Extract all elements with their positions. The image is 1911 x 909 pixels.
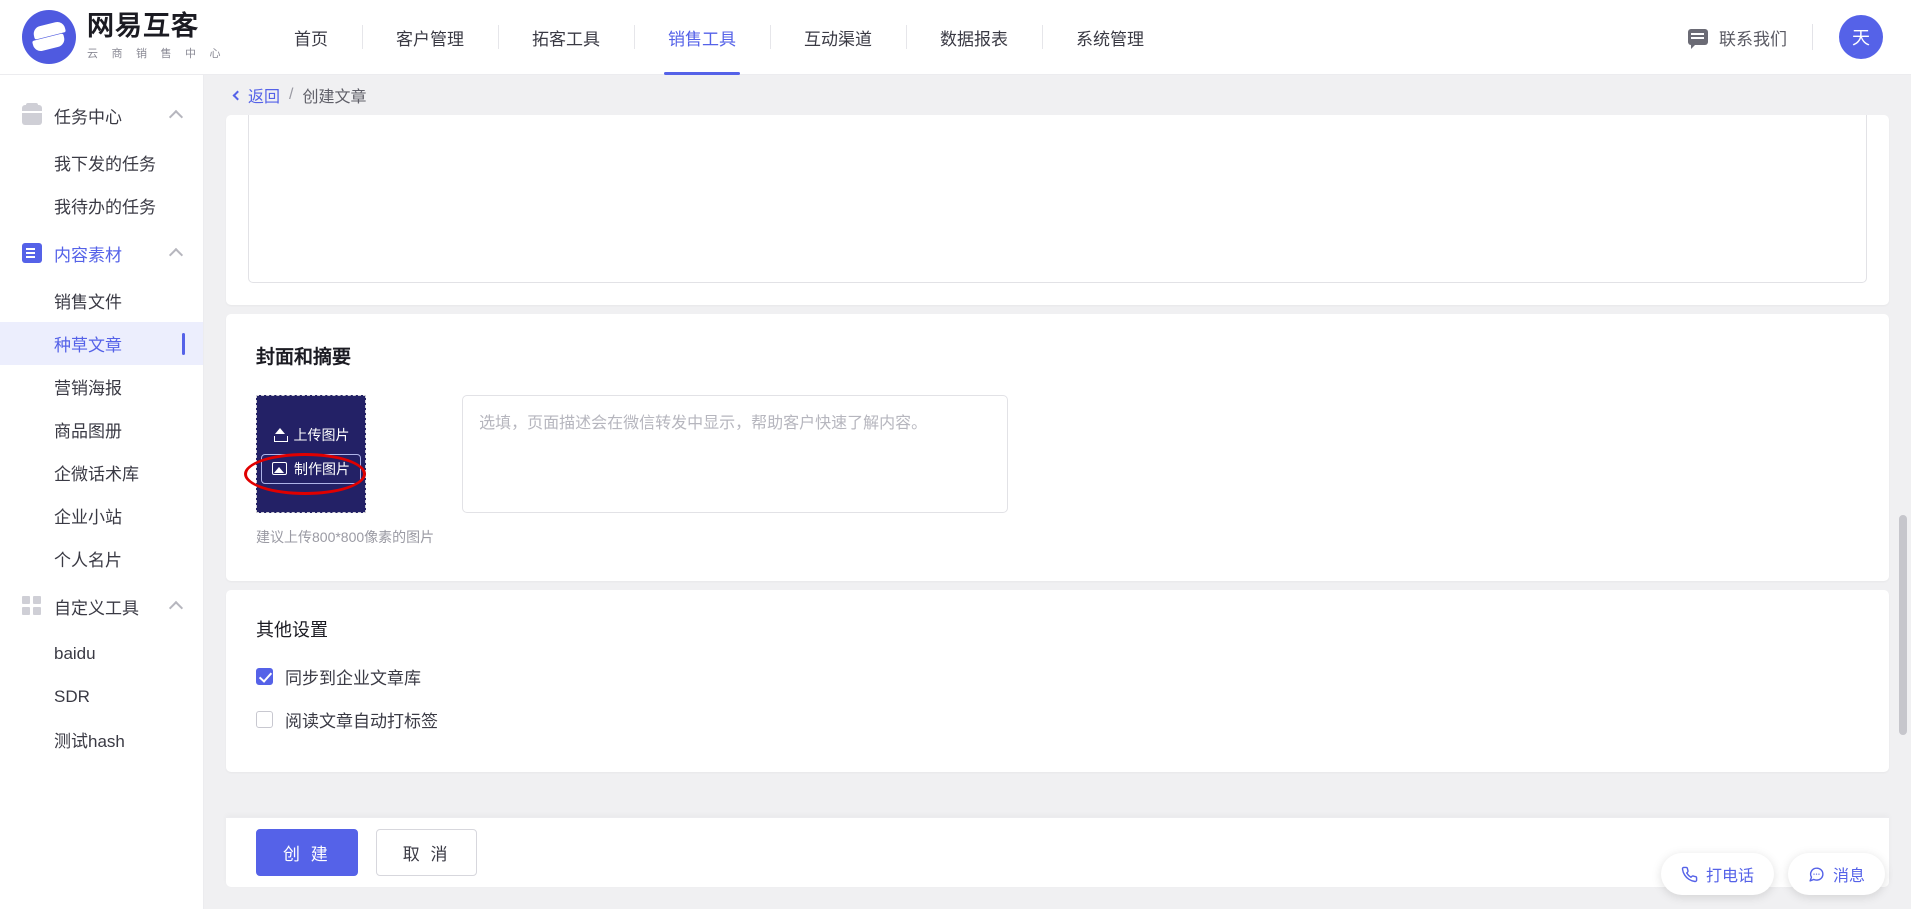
summary-textarea[interactable] <box>462 395 1009 513</box>
checkbox-row-auto-tag[interactable]: 阅读文章自动打标签 <box>256 707 1859 732</box>
image-icon <box>272 462 287 475</box>
breadcrumb-separator: / <box>289 86 294 103</box>
cancel-button[interactable]: 取 消 <box>375 829 478 876</box>
app-root: 网易互客 云 商 销 售 中 心 首页 客户管理 拓客工具 销售工具 互动渠道 … <box>0 0 1911 909</box>
checkbox-label: 阅读文章自动打标签 <box>285 712 438 731</box>
cover-upload-hint: 建议上传800*800像素的图片 <box>256 529 435 545</box>
upload-icon <box>273 427 288 442</box>
article-editor-card <box>226 115 1889 305</box>
task-icon <box>22 103 42 125</box>
brand-text: 网易互客 云 商 销 售 中 心 <box>87 10 226 61</box>
document-icon <box>22 243 42 263</box>
sidebar-item-my-todo-tasks[interactable]: 我待办的任务 <box>0 184 203 227</box>
main-nav: 首页 客户管理 拓客工具 销售工具 互动渠道 数据报表 系统管理 <box>260 0 1178 75</box>
sidebar-group-task-center[interactable]: 任务中心 <box>0 89 203 141</box>
nav-item-home[interactable]: 首页 <box>260 0 362 75</box>
nav-item-customer-management[interactable]: 客户管理 <box>362 0 498 75</box>
nav-item-system-management[interactable]: 系统管理 <box>1042 0 1178 75</box>
message-button-label: 消息 <box>1832 868 1865 885</box>
top-navigation-bar: 网易互客 云 商 销 售 中 心 首页 客户管理 拓客工具 销售工具 互动渠道 … <box>0 0 1911 75</box>
sidebar-item-seeding-articles[interactable]: 种草文章 <box>0 322 203 365</box>
sidebar-group-label: 内容素材 <box>54 245 122 265</box>
nav-item-interaction-channels[interactable]: 互动渠道 <box>770 0 906 75</box>
sidebar-item-wecom-script-library[interactable]: 企微话术库 <box>0 451 203 494</box>
call-button-label: 打电话 <box>1705 868 1754 885</box>
cover-uploader-wrap: 上传图片 制作图片 <box>244 395 366 513</box>
checkbox-auto-tag[interactable] <box>256 711 273 728</box>
vertical-scrollbar[interactable] <box>1899 515 1907 735</box>
brand-name: 网易互客 <box>87 10 199 42</box>
upload-image-label: 上传图片 <box>293 426 350 443</box>
make-image-label: 制作图片 <box>294 460 350 477</box>
chevron-up-icon <box>168 109 184 125</box>
make-image-button[interactable]: 制作图片 <box>261 453 361 484</box>
main-content: 返回 / 创建文章 封面和摘要 上传图片 制作图片 建议上传800*800像素的… <box>204 75 1911 909</box>
sidebar-group-label: 任务中心 <box>54 107 122 127</box>
chevron-up-icon <box>168 247 184 263</box>
avatar[interactable]: 天 <box>1839 15 1883 59</box>
back-link[interactable]: 返回 <box>232 83 281 107</box>
brand-logo-block[interactable]: 网易互客 云 商 销 售 中 心 <box>0 10 250 64</box>
form-action-bar: 创 建 取 消 <box>226 817 1889 887</box>
sidebar-item-test-hash[interactable]: 测试hash <box>0 718 203 761</box>
upload-image-button[interactable]: 上传图片 <box>273 425 350 445</box>
breadcrumb: 返回 / 创建文章 <box>204 75 1911 115</box>
sidebar-item-product-catalog[interactable]: 商品图册 <box>0 408 203 451</box>
create-button[interactable]: 创 建 <box>256 829 358 876</box>
message-button[interactable]: 消息 <box>1787 853 1885 895</box>
sidebar-item-sdr[interactable]: SDR <box>0 675 203 718</box>
grid-icon <box>22 596 42 616</box>
brand-logo-icon <box>22 10 76 64</box>
sidebar-item-sales-files[interactable]: 销售文件 <box>0 279 203 322</box>
cover-row: 上传图片 制作图片 建议上传800*800像素的图片 <box>244 395 1859 547</box>
nav-item-sales-tools[interactable]: 销售工具 <box>634 0 770 75</box>
chat-bubble-icon <box>1809 866 1824 882</box>
chevron-left-icon <box>232 90 243 100</box>
sidebar-group-label: 自定义工具 <box>54 598 139 618</box>
call-button[interactable]: 打电话 <box>1660 853 1774 895</box>
sidebar-item-personal-business-card[interactable]: 个人名片 <box>0 537 203 580</box>
scroll-area: 封面和摘要 上传图片 制作图片 建议上传800*800像素的图片 选填，页面描述… <box>204 115 1911 909</box>
cover-and-summary-card: 封面和摘要 上传图片 制作图片 建议上传800*800像素的图片 选填，页面描述… <box>226 314 1889 581</box>
brand-subtitle: 云 商 销 售 中 心 <box>87 47 226 61</box>
checkbox-row-sync-to-library[interactable]: 同步到企业文章库 <box>256 664 1859 689</box>
sidebar-item-marketing-posters[interactable]: 营销海报 <box>0 365 203 408</box>
back-label: 返回 <box>248 89 281 106</box>
chat-icon <box>1688 29 1708 49</box>
cover-section-title: 封面和摘要 <box>256 346 352 368</box>
contact-us-label: 联系我们 <box>1719 29 1787 49</box>
sidebar-group-content-materials[interactable]: 内容素材 <box>0 227 203 279</box>
phone-icon <box>1681 866 1698 882</box>
sidebar-item-my-assigned-tasks[interactable]: 我下发的任务 <box>0 141 203 184</box>
cover-uploader[interactable]: 上传图片 制作图片 <box>256 395 366 513</box>
other-settings-card: 其他设置 同步到企业文章库 阅读文章自动打标签 <box>226 590 1889 772</box>
chevron-up-icon <box>168 600 184 616</box>
nav-item-data-reports[interactable]: 数据报表 <box>906 0 1042 75</box>
sidebar-item-baidu[interactable]: baidu <box>0 632 203 675</box>
sidebar: 任务中心 我下发的任务 我待办的任务 内容素材 销售文件 种草文章 营销海报 商… <box>0 75 204 909</box>
other-settings-title: 其他设置 <box>256 620 328 640</box>
sidebar-item-enterprise-microsite[interactable]: 企业小站 <box>0 494 203 537</box>
checkbox-sync-to-library[interactable] <box>256 668 273 685</box>
nav-item-acquisition-tools[interactable]: 拓客工具 <box>498 0 634 75</box>
sidebar-group-custom-tools[interactable]: 自定义工具 <box>0 580 203 632</box>
topbar-right: 联系我们 天 <box>1688 0 1911 75</box>
checkbox-label: 同步到企业文章库 <box>285 669 421 688</box>
article-body-editor[interactable] <box>248 115 1867 283</box>
floating-action-buttons: 打电话 消息 <box>1660 853 1885 895</box>
contact-us-button[interactable]: 联系我们 <box>1688 25 1813 50</box>
page-title: 创建文章 <box>302 89 367 106</box>
